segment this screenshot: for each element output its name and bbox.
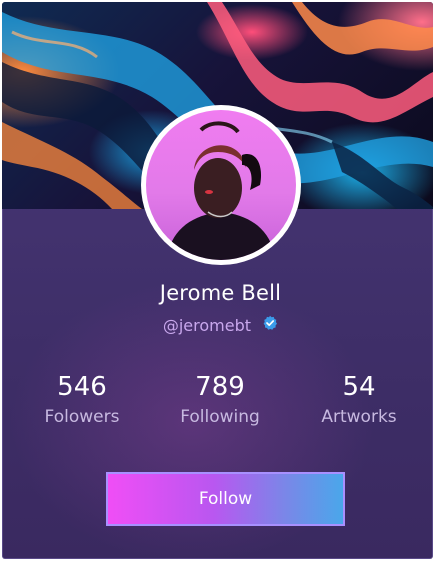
stat-followers-label: Folowers bbox=[44, 407, 120, 427]
stat-following-label: Following bbox=[180, 407, 260, 427]
avatar-photo bbox=[146, 110, 296, 260]
follow-button[interactable]: Follow bbox=[106, 472, 345, 526]
stat-artworks-value: 54 bbox=[342, 372, 376, 402]
stat-artworks-label: Artworks bbox=[321, 407, 397, 427]
profile-card: Jerome Bell @jeromebt 546 Folowers 789 F… bbox=[2, 2, 433, 559]
avatar[interactable] bbox=[141, 105, 301, 265]
verified-check-icon bbox=[262, 315, 278, 335]
profile-handle[interactable]: @jeromebt bbox=[163, 316, 251, 335]
stat-following-value: 789 bbox=[195, 372, 245, 402]
stat-artworks[interactable]: 54 Artworks bbox=[289, 371, 429, 427]
profile-name: Jerome Bell bbox=[159, 281, 282, 305]
profile-handle-row: @jeromebt bbox=[2, 315, 433, 335]
stat-following[interactable]: 789 Following bbox=[150, 371, 290, 427]
stat-followers[interactable]: 546 Folowers bbox=[12, 371, 152, 427]
stat-followers-value: 546 bbox=[57, 372, 107, 402]
